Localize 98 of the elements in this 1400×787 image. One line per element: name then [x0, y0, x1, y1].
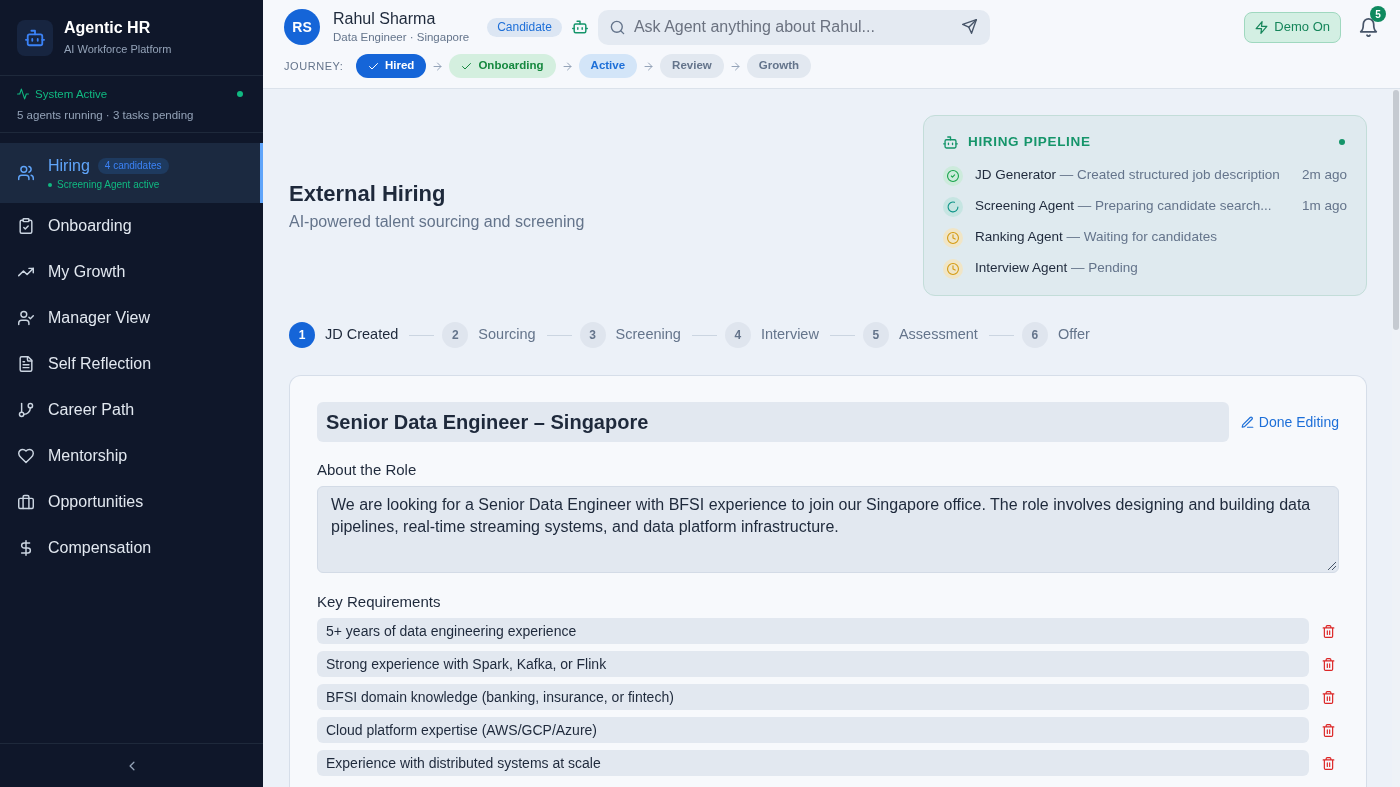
avatar: RS — [284, 9, 320, 45]
page-subtitle: AI-powered talent sourcing and screening — [289, 211, 585, 232]
requirement-field[interactable]: BFSI domain knowledge (banking, insurance, or fintech) — [317, 684, 1309, 710]
app-title: Agentic HR — [64, 18, 152, 38]
nav-item[interactable]: Hiring 4 candidates Screening Agent active — [0, 143, 263, 203]
delete-button[interactable] — [1321, 624, 1335, 638]
check-icon — [461, 60, 473, 72]
nav-item[interactable]: Onboarding — [0, 203, 263, 249]
requirement-field[interactable]: 5+ years of data engineering experience — [317, 618, 1309, 644]
step-number[interactable]: 4 — [724, 322, 751, 348]
branch-icon — [18, 402, 34, 418]
resize-handle-icon[interactable] — [1328, 562, 1336, 570]
field-label: Key Requirements — [317, 593, 442, 611]
journey-stage-pill: Review — [660, 54, 724, 78]
page-title: External Hiring — [289, 179, 447, 208]
app-subtitle: AI Workforce Platform — [64, 42, 172, 57]
agent-activity-text: Interview Agent — Pending — [975, 259, 1138, 278]
notification-count: 5 — [1370, 6, 1386, 22]
arrow-right-icon — [432, 60, 444, 72]
search-icon — [609, 19, 625, 35]
job-title-field[interactable]: Senior Data Engineer – Singapore — [317, 402, 1229, 442]
journey-stage-pill: Growth — [746, 54, 811, 78]
heart-icon — [18, 448, 34, 464]
arrow-right-icon — [643, 60, 655, 72]
agent-activity-text: Ranking Agent — Waiting for candidates — [975, 228, 1217, 247]
clock-icon — [943, 258, 963, 279]
agent-activity-text: JD Generator — Created structured job description — [975, 166, 1280, 185]
system-status-label: System Active — [35, 86, 108, 102]
field-label: About the Role — [317, 461, 418, 479]
requirement-field[interactable]: Cloud platform expertise (AWS/GCP/Azure) — [317, 717, 1309, 743]
pulse-icon — [17, 87, 29, 100]
activity-time: 2m ago — [1300, 166, 1347, 185]
nav-item[interactable]: Mentorship — [0, 433, 263, 479]
trash-icon — [1321, 624, 1335, 638]
step-label[interactable]: JD Created — [325, 324, 399, 346]
step-label[interactable]: Offer — [1057, 324, 1090, 346]
pencil-icon — [1240, 415, 1254, 429]
lightning-icon — [1255, 20, 1269, 34]
step-number[interactable]: 6 — [1021, 322, 1048, 348]
bell-icon — [1358, 17, 1378, 37]
delete-button[interactable] — [1321, 657, 1335, 671]
delete-button[interactable] — [1321, 690, 1335, 704]
people-icon — [18, 165, 34, 181]
arrow-right-icon — [561, 60, 573, 72]
delete-button[interactable] — [1321, 723, 1335, 737]
nav-item[interactable]: Career Path — [0, 387, 263, 433]
nav-item[interactable]: Manager View — [0, 295, 263, 341]
journey-stage-pill: Active — [578, 54, 638, 78]
candidate-name: Rahul Sharma — [333, 9, 437, 29]
role-badge: Candidate — [487, 17, 562, 37]
spinner-icon — [943, 196, 963, 217]
send-icon — [962, 19, 978, 34]
step-number[interactable]: 2 — [442, 322, 469, 348]
journey-stage-pill: Onboarding — [449, 54, 556, 78]
step-label[interactable]: Sourcing — [478, 324, 536, 346]
person-check-icon — [18, 310, 34, 326]
trash-icon — [1321, 756, 1335, 770]
nav-item[interactable]: Opportunities — [0, 479, 263, 525]
step-number[interactable]: 5 — [862, 322, 889, 348]
scrollbar-thumb[interactable] — [1393, 90, 1399, 330]
candidate-subtitle: Data Engineer · Singapore — [333, 30, 470, 45]
agent-activity-text: Screening Agent — Preparing candidate search... — [975, 197, 1272, 216]
requirement-field[interactable]: Strong experience with Spark, Kafka, or Flink — [317, 651, 1309, 677]
step-number[interactable]: 3 — [579, 322, 606, 348]
document-icon — [18, 356, 34, 372]
trash-icon — [1321, 723, 1335, 737]
journey-label: JOURNEY: — [284, 58, 345, 74]
trash-icon — [1321, 690, 1335, 704]
nav-item[interactable]: My Growth — [0, 249, 263, 295]
arrow-right-icon — [729, 60, 741, 72]
step-label[interactable]: Assessment — [898, 324, 978, 346]
pipeline-title: HIRING PIPELINE — [968, 132, 1091, 151]
trash-icon — [1321, 657, 1335, 671]
briefcase-icon — [18, 494, 34, 510]
step-label[interactable]: Screening — [615, 324, 681, 346]
demo-toggle-button[interactable]: Demo On — [1244, 11, 1341, 43]
about-role-textarea[interactable]: We are looking for a Senior Data Engineer with BFSI experience to join our Singapore office. The role involves designing and building data pipelines, real-time streaming systems, and data platform infrastructure. — [317, 486, 1339, 573]
nav-item[interactable]: Compensation — [0, 525, 263, 571]
system-status-detail: 5 agents running · 3 tasks pending — [17, 107, 195, 123]
activity-time: 1m ago — [1300, 197, 1347, 216]
clock-icon — [943, 227, 963, 248]
robot-icon — [943, 134, 958, 150]
robot-logo-icon — [17, 19, 53, 56]
search-field[interactable]: Ask Agent anything about Rahul... — [597, 9, 990, 45]
check-icon — [368, 60, 379, 72]
dollar-icon — [18, 540, 34, 556]
agent-status-text: Screening Agent active — [57, 178, 160, 191]
count-badge: 4 candidates — [97, 157, 169, 174]
journey-stage-pill: Hired — [356, 54, 427, 78]
clipboard-icon — [18, 218, 34, 234]
step-label[interactable]: Interview — [760, 324, 819, 346]
delete-button[interactable] — [1321, 756, 1335, 770]
requirement-field[interactable]: Experience with distributed systems at scale — [317, 750, 1309, 776]
send-button[interactable] — [961, 18, 978, 35]
robot-icon — [571, 19, 588, 35]
nav-item[interactable]: Self Reflection — [0, 341, 263, 387]
step-number[interactable]: 1 — [289, 322, 315, 348]
done-editing-link[interactable]: Done Editing — [1240, 411, 1339, 433]
